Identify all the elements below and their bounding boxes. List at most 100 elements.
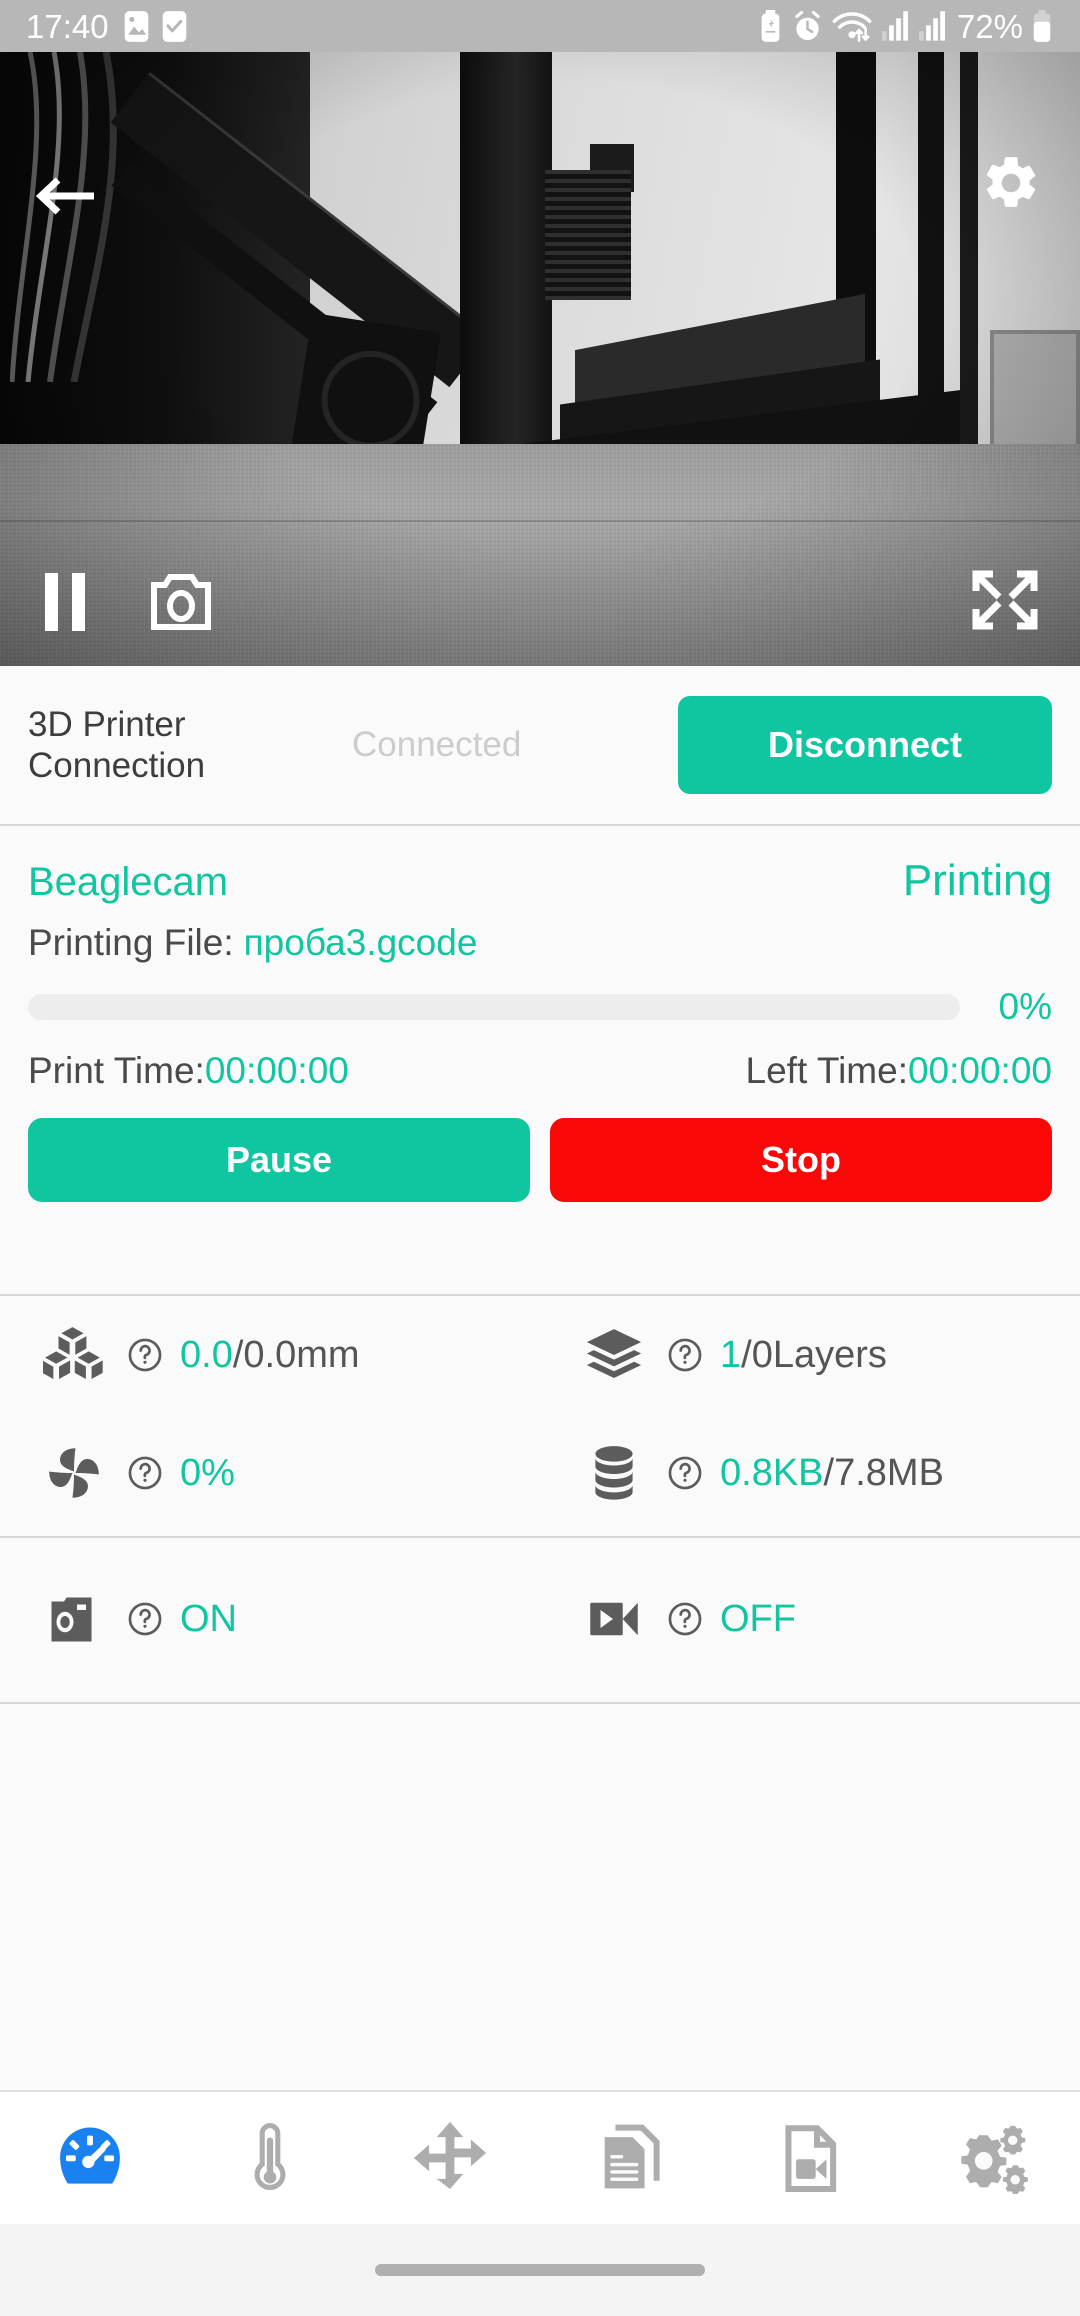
nav-item-settings[interactable] [900, 2120, 1080, 2196]
disconnect-button[interactable]: Disconnect [678, 696, 1052, 794]
checkbox-icon [162, 10, 186, 42]
print-stats-grid: 0.0/0.0mm 1/0Layers 0% 0.8KB/7.8MB [0, 1296, 1080, 1532]
database-icon [580, 1442, 648, 1504]
left-time-label: Left Time: [745, 1050, 908, 1091]
move-arrows-icon [413, 2121, 487, 2190]
print-times-row: Print Time:00:00:00 Left Time:00:00:00 [28, 1050, 1052, 1092]
alarm-icon [795, 10, 820, 40]
stat-filesize-total: /7.8MB [823, 1451, 944, 1494]
question-mark-icon[interactable] [666, 1454, 704, 1492]
stat-height-value: 0.0/0.0mm [180, 1334, 360, 1377]
gear-icon [986, 157, 1036, 207]
toggle-photo-state: ON [180, 1597, 237, 1640]
stat-fan-value: 0% [180, 1452, 235, 1495]
toggle-video-capture[interactable]: OFF [540, 1538, 1080, 1700]
question-mark-icon[interactable] [666, 1336, 704, 1374]
pause-icon [45, 573, 85, 631]
gears-icon [961, 2125, 1028, 2194]
capture-toggles-grid: ON OFF [0, 1538, 1080, 1700]
stat-layers-current: 1 [720, 1333, 742, 1376]
toggle-video-value: OFF [720, 1598, 796, 1641]
stop-print-button[interactable]: Stop [550, 1118, 1052, 1202]
stat-layers-value: 1/0Layers [720, 1334, 887, 1377]
nav-item-files[interactable] [540, 2120, 720, 2196]
fan-icon [40, 1442, 108, 1504]
wifi-icon [832, 11, 872, 42]
stat-layers[interactable]: 1/0Layers [540, 1296, 1080, 1414]
gesture-handle[interactable] [375, 2264, 705, 2276]
left-time-value: 00:00:00 [907, 1050, 1052, 1091]
photo-camera-icon [40, 1589, 108, 1649]
printer-name-row: Beaglecam Printing [28, 856, 1052, 906]
camera-settings-button[interactable] [980, 152, 1042, 219]
stats-row: 0% 0.8KB/7.8MB [0, 1414, 1080, 1532]
status-bar-notification-icons [122, 10, 189, 43]
toggle-photo-value: ON [180, 1598, 237, 1641]
nav-item-video[interactable] [720, 2120, 900, 2196]
nav-item-temperature[interactable] [180, 2119, 360, 2197]
thermometer-icon [254, 2123, 286, 2191]
connection-status-label: Connected [352, 725, 522, 764]
video-file-icon [785, 2125, 837, 2193]
pause-print-button[interactable]: Pause [28, 1118, 530, 1202]
printing-file-name[interactable]: проба3.gcode [244, 922, 478, 963]
signal-2-icon [918, 10, 945, 41]
printing-file-row: Printing File: проба3.gcode [28, 922, 1052, 964]
image-icon [124, 10, 148, 42]
camera-icon [151, 574, 211, 630]
stat-fan-current: 0% [180, 1451, 235, 1494]
printing-file-label: Printing File: [28, 922, 234, 963]
connection-title-line1: 3D Printer [28, 704, 186, 744]
question-mark-icon[interactable] [126, 1336, 164, 1374]
stat-height-current: 0.0 [180, 1333, 233, 1376]
app-screen: 17:40 72% 3D Printer Connection Connecte… [0, 0, 1080, 2316]
printer-name[interactable]: Beaglecam [28, 860, 228, 905]
print-status-section: Beaglecam Printing Printing File: проба3.… [0, 826, 1080, 1202]
documents-icon [604, 2124, 660, 2189]
cubes-icon [40, 1324, 108, 1386]
section-divider [0, 1702, 1080, 1704]
stat-filesize-value: 0.8KB/7.8MB [720, 1452, 944, 1495]
battery-saver-icon [761, 9, 780, 42]
back-button[interactable] [35, 170, 98, 227]
printer-connection-row: 3D Printer Connection Connected Disconne… [0, 666, 1080, 824]
snapshot-button[interactable] [150, 573, 212, 636]
fullscreen-button[interactable] [972, 569, 1038, 636]
bottom-navigation-bar [0, 2092, 1080, 2224]
toggle-video-state: OFF [720, 1597, 796, 1640]
system-gesture-area [0, 2224, 1080, 2316]
question-mark-icon[interactable] [126, 1600, 164, 1638]
print-state-label: Printing [902, 856, 1052, 905]
stat-filesize-current: 0.8KB [720, 1451, 824, 1494]
stat-fan[interactable]: 0% [0, 1414, 540, 1532]
print-time-label: Print Time: [28, 1050, 205, 1091]
stat-layers-total: /0Layers [741, 1333, 887, 1376]
print-time-group: Print Time:00:00:00 [28, 1050, 349, 1092]
nav-item-dashboard[interactable] [0, 2119, 180, 2197]
battery-percent-label: 72% [956, 7, 1023, 45]
question-mark-icon[interactable] [126, 1454, 164, 1492]
connection-title: 3D Printer Connection [28, 704, 328, 787]
status-bar-system-icons: 72% [758, 7, 1052, 45]
left-time-group: Left Time:00:00:00 [746, 1050, 1052, 1092]
progress-bar [28, 994, 960, 1020]
stat-filesize[interactable]: 0.8KB/7.8MB [540, 1414, 1080, 1532]
progress-percent-label: 0% [998, 986, 1052, 1027]
status-bar-clock: 17:40 [26, 7, 109, 45]
fullscreen-icon [972, 570, 1038, 630]
back-arrow-icon [35, 177, 94, 215]
battery-icon [1033, 9, 1051, 42]
stream-pause-button[interactable] [42, 573, 88, 636]
stat-height[interactable]: 0.0/0.0mm [0, 1296, 540, 1414]
gauge-icon [60, 2127, 120, 2184]
webcam-preview[interactable] [0, 52, 1080, 666]
layers-icon [580, 1324, 648, 1386]
nav-item-move[interactable] [360, 2120, 540, 2196]
video-camera-icon [580, 1589, 648, 1649]
signal-1-icon [881, 10, 908, 41]
toggle-photo-capture[interactable]: ON [0, 1538, 540, 1700]
stat-height-total: /0.0mm [232, 1333, 360, 1376]
question-mark-icon[interactable] [666, 1600, 704, 1638]
connection-title-line2: Connection [28, 746, 206, 785]
system-status-bar: 17:40 72% [0, 0, 1080, 52]
